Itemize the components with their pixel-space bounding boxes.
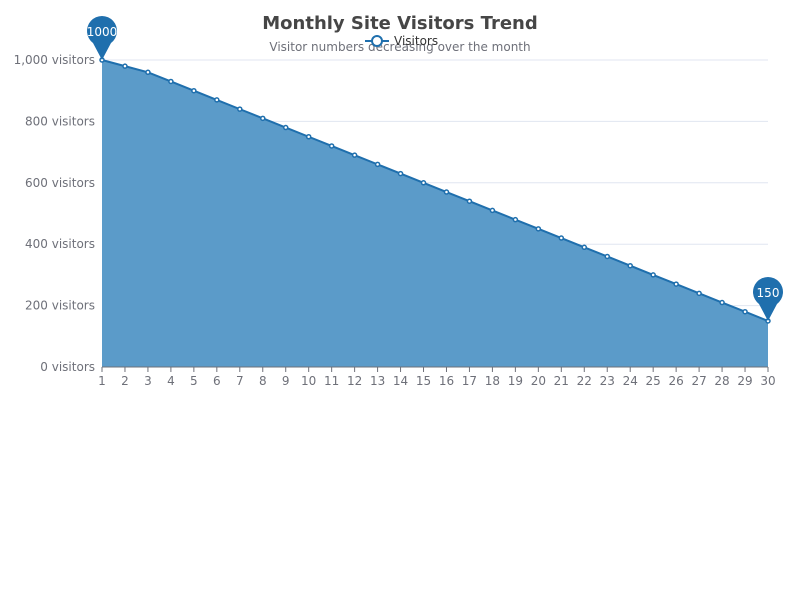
data-point xyxy=(673,281,679,287)
data-point xyxy=(145,69,151,76)
data-point xyxy=(237,106,243,112)
x-tick-label: 23 xyxy=(600,374,615,388)
x-tick-label: 3 xyxy=(144,374,152,388)
data-point xyxy=(351,152,358,158)
x-tick-label: 1 xyxy=(98,374,106,388)
x-tick-label: 19 xyxy=(508,374,523,388)
data-point xyxy=(650,272,656,278)
x-tick-label: 11 xyxy=(324,374,339,388)
data-point xyxy=(443,189,450,195)
data-point xyxy=(214,97,220,103)
x-tick-label: 27 xyxy=(691,374,706,388)
data-point xyxy=(535,226,542,232)
x-tick-label: 22 xyxy=(577,374,592,388)
data-point xyxy=(719,299,725,306)
y-tick-label: 800 visitors xyxy=(25,114,95,128)
x-tick-label: 13 xyxy=(370,374,385,388)
pin-label: 1000 xyxy=(87,25,118,39)
x-tick-label: 8 xyxy=(259,374,267,388)
visitors-area-fill xyxy=(102,60,768,367)
data-point xyxy=(604,253,610,260)
data-point xyxy=(191,87,197,94)
x-tick-label: 25 xyxy=(646,374,661,388)
x-tick-label: 5 xyxy=(190,374,198,388)
data-point xyxy=(122,63,128,69)
x-tick-label: 12 xyxy=(347,374,362,388)
legend-label-visitors: Visitors xyxy=(394,34,438,48)
data-point xyxy=(489,207,496,214)
data-point xyxy=(168,78,174,85)
y-tick-label: 400 visitors xyxy=(25,237,95,251)
y-tick-label: 1,000 visitors xyxy=(14,53,95,67)
visitors-area-chart: Monthly Site Visitors Trend Visitor numb… xyxy=(14,13,784,388)
y-tick-label: 200 visitors xyxy=(25,299,95,313)
data-point xyxy=(420,180,427,186)
x-axis-ticks: 1 2 3 4 5 6 7 8 9 10 11 12 13 14 15 16 17 18 19 20 21 22 23 24 2… xyxy=(98,367,776,388)
pin-label: 150 xyxy=(757,286,780,300)
data-point xyxy=(260,115,266,122)
x-tick-label: 21 xyxy=(554,374,569,388)
x-tick-label: 16 xyxy=(439,374,454,388)
legend-circle-icon xyxy=(371,35,383,47)
data-point xyxy=(627,262,633,269)
data-point xyxy=(558,235,565,241)
x-tick-label: 9 xyxy=(282,374,290,388)
data-point xyxy=(397,170,404,177)
data-point xyxy=(742,308,748,315)
x-tick-label: 4 xyxy=(167,374,175,388)
x-tick-label: 6 xyxy=(213,374,221,388)
x-tick-label: 7 xyxy=(236,374,244,388)
x-tick-label: 18 xyxy=(485,374,500,388)
data-point xyxy=(282,124,289,131)
y-tick-label: 600 visitors xyxy=(25,176,95,190)
data-point xyxy=(466,198,473,204)
x-tick-label: 28 xyxy=(714,374,729,388)
data-point xyxy=(374,161,381,168)
x-tick-label: 14 xyxy=(393,374,408,388)
data-point xyxy=(305,134,312,140)
data-point xyxy=(696,290,702,297)
data-point xyxy=(512,216,519,223)
y-tick-label: 0 visitors xyxy=(40,360,95,374)
y-axis-labels: 0 visitors 200 visitors 400 visitors 600 vi… xyxy=(14,53,95,374)
x-tick-label: 2 xyxy=(121,374,129,388)
x-tick-label: 20 xyxy=(531,374,546,388)
x-tick-label: 17 xyxy=(462,374,477,388)
x-tick-label: 10 xyxy=(301,374,316,388)
x-tick-label: 24 xyxy=(623,374,638,388)
data-point xyxy=(581,244,588,251)
x-tick-label: 15 xyxy=(416,374,431,388)
marker-pin: 150 xyxy=(753,276,784,321)
data-point xyxy=(328,143,335,149)
x-tick-label: 29 xyxy=(737,374,752,388)
x-tick-label: 26 xyxy=(668,374,683,388)
legend[interactable]: Visitors xyxy=(365,34,438,48)
x-tick-label: 30 xyxy=(760,374,775,388)
chart-title: Monthly Site Visitors Trend xyxy=(262,13,537,34)
